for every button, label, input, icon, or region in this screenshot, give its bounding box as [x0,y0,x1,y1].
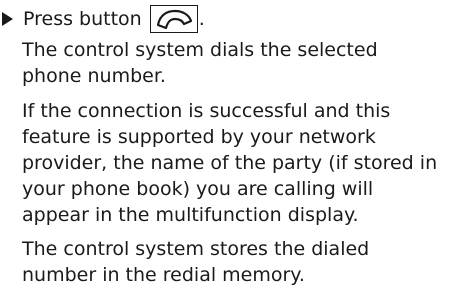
phone-handset-icon [149,5,198,33]
text-line: The control system stores the dialed [22,238,370,260]
text-line: appear in the multifunction display. [22,204,359,226]
text-line: provider, the name of the party (if stor… [22,152,438,174]
result-paragraph-dialing: The control system dials the selected ph… [22,37,471,89]
step-arrow-icon [2,12,13,26]
text-line: phone number. [22,65,166,87]
instruction-period: . [198,8,205,30]
manual-page: Press button . The control system dials … [0,0,471,307]
instruction-step: Press button . [0,3,205,35]
text-line: If the connection is successful and this [22,100,391,122]
text-line: The control system dials the selected [22,39,378,61]
instruction-text: Press button [23,8,142,30]
text-line: feature is supported by your network [22,126,376,148]
text-line: your phone book) you are calling will [22,178,374,200]
result-paragraph-connection: If the connection is successful and this… [22,98,471,228]
text-line: number in the redial memory. [22,264,305,286]
result-paragraph-redial: The control system stores the dialed num… [22,236,471,288]
